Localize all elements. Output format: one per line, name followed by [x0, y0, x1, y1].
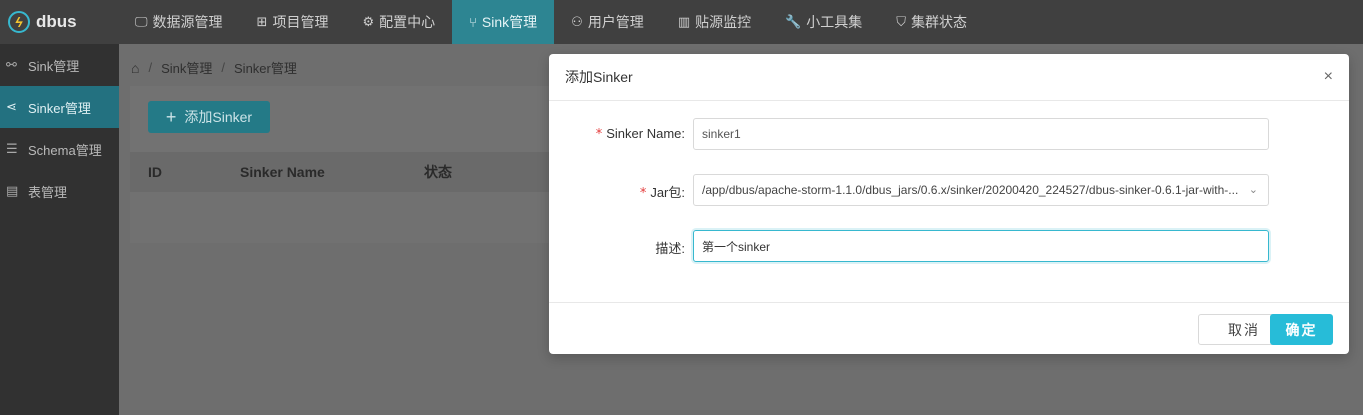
sidebar-item-label: 表管理	[28, 184, 68, 200]
description-field-wrapper	[693, 230, 1269, 262]
sidebar-item-sink[interactable]: ⚯ Sink管理	[0, 44, 119, 86]
column-header-id[interactable]: ID	[148, 164, 162, 180]
table-header: ID Sinker Name 状态	[130, 152, 560, 192]
jar-selected-value: /app/dbus/apache-storm-1.1.0/dbus_jars/0…	[702, 183, 1239, 197]
wrench-icon: 🔧	[785, 14, 802, 29]
home-icon[interactable]: ⌂	[131, 60, 139, 76]
nav-item-cluster[interactable]: ⛉ 集群状态	[879, 0, 984, 44]
sinker-name-label-text: Sinker Name	[606, 126, 682, 141]
confirm-button[interactable]: 确定	[1270, 314, 1333, 345]
top-navbar: ϟ dbus 🖵 数据源管理 ⊞ 项目管理 ⚙ 配置中心 ⑂ Sink管理 ⚇ 用户管理 …	[0, 0, 1363, 44]
gear-icon: ⚙	[362, 14, 375, 29]
main-nav: 🖵 数据源管理 ⊞ 项目管理 ⚙ 配置中心 ⑂ Sink管理 ⚇ 用户管理 ▥ 贴源监控 🔧…	[118, 0, 984, 44]
close-icon[interactable]: ×	[1324, 68, 1333, 86]
column-header-sinker-name[interactable]: Sinker Name	[240, 164, 325, 180]
jar-label: * Jar包:	[639, 185, 685, 201]
nav-item-project[interactable]: ⊞ 项目管理	[240, 0, 346, 44]
breadcrumb-separator: /	[148, 60, 153, 75]
nav-item-label: 贴源监控	[695, 14, 752, 30]
nav-item-user[interactable]: ⚇ 用户管理	[554, 0, 661, 44]
nav-item-label: 小工具集	[806, 14, 863, 30]
nav-item-label: 项目管理	[272, 14, 329, 30]
dialog-title: 添加Sinker	[565, 69, 633, 85]
breadcrumb: ⌂ / Sink管理 / Sinker管理	[131, 58, 297, 77]
monitor-icon: 🖵	[135, 14, 148, 29]
nav-item-datasource[interactable]: 🖵 数据源管理	[118, 0, 240, 44]
nav-item-label: Sink管理	[481, 14, 538, 30]
nav-item-monitor[interactable]: ▥ 贴源监控	[661, 0, 768, 44]
dialog-header: 添加Sinker	[549, 54, 1349, 101]
nav-item-tools[interactable]: 🔧 小工具集	[768, 0, 879, 44]
chevron-down-icon: ⌄	[1248, 184, 1258, 196]
form-row-sinker-name: * Sinker Name:	[549, 118, 1349, 150]
required-asterisk: *	[595, 127, 603, 142]
description-label-text: 描述	[655, 241, 682, 256]
fork-icon: ⑂	[469, 14, 477, 30]
lightning-logo-icon: ϟ	[8, 11, 30, 33]
link-icon: ⚯	[6, 57, 17, 72]
sinker-name-field-wrapper	[693, 118, 1269, 150]
required-asterisk: *	[639, 186, 647, 201]
nav-item-label: 集群状态	[911, 14, 968, 30]
brand[interactable]: ϟ dbus	[0, 0, 118, 44]
sinker-name-label: * Sinker Name:	[595, 126, 685, 142]
breadcrumb-item-sink[interactable]: Sink管理	[161, 58, 212, 77]
description-input[interactable]	[702, 239, 1268, 253]
nav-item-sink[interactable]: ⑂ Sink管理	[452, 0, 555, 44]
bar-chart-icon: ▥	[677, 14, 691, 29]
jar-select[interactable]: /app/dbus/apache-storm-1.1.0/dbus_jars/0…	[693, 174, 1269, 206]
breadcrumb-separator: /	[221, 60, 226, 75]
sinker-name-input[interactable]	[702, 127, 1268, 141]
nav-item-config[interactable]: ⚙ 配置中心	[345, 0, 452, 44]
sidebar-item-label: Sinker管理	[28, 100, 91, 116]
sidebar-item-label: Schema管理	[28, 142, 102, 158]
table-body-empty	[130, 192, 560, 243]
dialog-footer: 取消 确定	[549, 302, 1349, 354]
form-row-description: 描述:	[549, 230, 1349, 262]
jar-label-text: Jar包	[650, 185, 682, 200]
sidebar-item-label: Sink管理	[28, 58, 80, 74]
database-icon: ☰	[6, 141, 18, 156]
shield-icon: ⛉	[896, 14, 907, 29]
breadcrumb-item-sinker: Sinker管理	[234, 61, 297, 76]
sidebar-item-sinker[interactable]: ⋖ Sinker管理	[0, 86, 119, 128]
add-sinker-dialog: 添加Sinker × *Sinker Name: *Jar包: /app/dbu…	[549, 54, 1349, 354]
nav-item-label: 数据源管理	[152, 14, 223, 30]
column-header-status[interactable]: 状态	[424, 162, 452, 182]
sidebar: ⚯ Sink管理 ⋖ Sinker管理 ☰ Schema管理 ▤ 表管理	[0, 44, 119, 415]
sidebar-item-table[interactable]: ▤ 表管理	[0, 170, 119, 212]
sidebar-item-schema[interactable]: ☰ Schema管理	[0, 128, 119, 170]
form-row-jar: * Jar包: /app/dbus/apache-storm-1.1.0/dbus…	[549, 174, 1349, 206]
table-icon: ▤	[6, 183, 19, 198]
app-name: dbus	[36, 12, 77, 31]
plus-icon: +	[165, 106, 177, 127]
share-icon: ⋖	[6, 99, 17, 114]
add-sinker-label: 添加Sinker	[184, 109, 253, 125]
grid-icon: ⊞	[256, 14, 268, 29]
user-icon: ⚇	[571, 14, 583, 29]
nav-item-label: 用户管理	[587, 14, 644, 30]
add-sinker-button[interactable]: + 添加Sinker	[148, 101, 270, 133]
description-label: 描述:	[655, 241, 685, 256]
nav-item-label: 配置中心	[379, 14, 436, 30]
